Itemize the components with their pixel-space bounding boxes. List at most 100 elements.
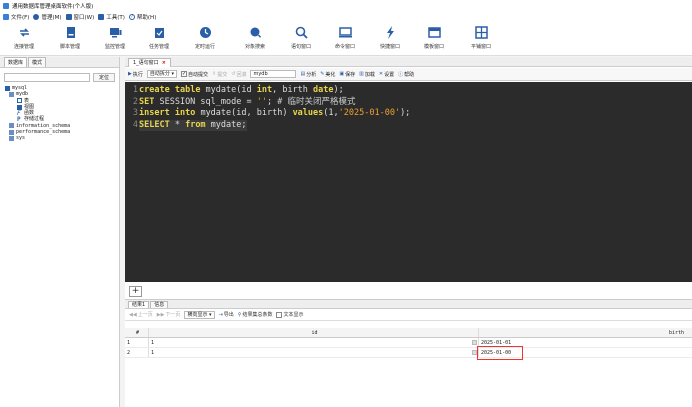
database-select[interactable]: mydb <box>250 70 297 78</box>
tab-query-1[interactable]: 1_语句窗口 × <box>128 58 171 67</box>
cell-id[interactable]: 1 <box>149 338 479 347</box>
help-icon: ⓘ <box>398 71 404 78</box>
commit-button[interactable]: ⇪ 提交 <box>212 71 227 78</box>
exec-mode-select[interactable]: 自动拆分 ▾ <box>146 70 177 78</box>
prev-page-button[interactable]: ◀◀ 上一页 <box>129 311 153 319</box>
save-button[interactable]: ▣ 保存 <box>339 71 355 78</box>
display-mode-select[interactable]: 横向显示 ▾ <box>184 310 215 319</box>
cell-id[interactable]: 1 <box>149 348 479 357</box>
result-count-button[interactable]: ⚲ 结果集总条数 <box>237 311 273 319</box>
tab-database[interactable]: 数据库 <box>4 57 28 67</box>
column-header-index[interactable]: # <box>125 328 149 337</box>
monitor-icon <box>109 26 122 39</box>
prev-icon: ◀◀ <box>129 311 137 318</box>
window-title: 通用数据库管理桌面软件(个人版) <box>12 3 94 10</box>
help-button[interactable]: ⓘ 帮助 <box>398 71 414 78</box>
line-numbers: 1 2 3 4 <box>132 85 138 130</box>
script-icon <box>64 26 77 39</box>
column-header-birth[interactable]: birth <box>479 328 692 337</box>
tab-schema[interactable]: 模式 <box>28 57 47 67</box>
menu-tools[interactable]: 工具(T) <box>98 13 125 21</box>
editor-toolbar: ▶ 执行 自动拆分 ▾ ✓ 自动提交 ⇪ 提交 ↺ 回滚 mydb ▤ 分析 ✎ 美化 ▣ 保… <box>125 68 692 81</box>
sql-editor[interactable]: 1 2 3 4 create table mydate(id int, birt… <box>125 82 692 282</box>
menu-file[interactable]: 文件(F) <box>3 13 29 21</box>
terminal-icon <box>338 26 352 39</box>
locate-button[interactable]: 定位 <box>93 73 115 82</box>
code-line-1: create table mydate(id int, birth date); <box>139 85 344 95</box>
left-panel-tabs: 数据库 模式 <box>0 57 119 68</box>
gear-icon <box>33 13 40 20</box>
tile-window-button[interactable]: 平铺窗口 <box>461 24 501 54</box>
view-icon <box>17 104 22 110</box>
procedure-icon: P <box>17 116 21 124</box>
command-window-button[interactable]: 命令窗口 <box>325 24 365 54</box>
scheduled-run-button[interactable]: 定时运行 <box>185 24 225 54</box>
beautify-button[interactable]: ✎ 美化 <box>320 71 335 78</box>
row-index: 1 <box>125 338 149 347</box>
export-button[interactable]: ⇥ 导出 <box>219 311 234 319</box>
menu-window[interactable]: 窗口(W) <box>65 13 94 21</box>
row-index: 2 <box>125 348 149 357</box>
tree-node-sys[interactable]: sys <box>5 135 70 141</box>
tab-info[interactable]: 信息 <box>150 301 169 308</box>
highlight-box <box>477 346 523 360</box>
commit-icon: ⇪ <box>212 71 217 77</box>
script-manage-button[interactable]: 脚本管理 <box>50 24 90 54</box>
code-line-4: SELECT * from mydate; <box>139 119 247 132</box>
database-icon <box>9 123 14 129</box>
checkbox-icon <box>276 311 283 318</box>
close-icon[interactable]: × <box>162 59 166 67</box>
column-header-id[interactable]: id <box>149 328 479 337</box>
query-tabs: 1_语句窗口 × <box>125 57 692 67</box>
task-manage-button[interactable]: 任务管理 <box>139 24 179 54</box>
analyze-button[interactable]: ▤ 分析 <box>300 71 316 78</box>
code-line-3: insert into mydate(id, birth) values(1,'… <box>139 108 411 119</box>
magic-wand-icon: ✎ <box>320 71 325 77</box>
search-icon: ⚲ <box>237 311 242 318</box>
results-panel: 结果1 信息 ◀◀ 上一页 ▶▶ 下一页 横向显示 ▾ ⇥ 导出 ⚲ 结果集总条数 文本… <box>125 299 692 407</box>
main-area: 1_语句窗口 × ▶ 执行 自动拆分 ▾ ✓ 自动提交 ⇪ 提交 ↺ 回滚 mydb ▤ 分… <box>125 57 692 407</box>
file-icon <box>3 13 9 20</box>
monitor-manage-button[interactable]: 监控管理 <box>95 24 135 54</box>
sync-icon <box>18 26 31 39</box>
title-bar: 通用数据库管理桌面软件(个人版) <box>0 0 692 11</box>
connection-manage-button[interactable]: 连接管理 <box>4 24 44 54</box>
load-button[interactable]: ▥ 加载 <box>359 71 375 78</box>
template-icon <box>427 26 441 39</box>
tile-icon <box>474 26 488 39</box>
settings-button[interactable]: ✕ 设置 <box>379 71 394 78</box>
checkbox-checked-icon: ✓ <box>181 71 187 77</box>
table-row[interactable]: 1 1 2025-01-01 <box>125 338 692 348</box>
database-icon <box>5 85 10 91</box>
object-search-icon <box>249 26 262 39</box>
database-icon <box>9 91 14 97</box>
template-window-button[interactable]: 模板窗口 <box>414 24 454 54</box>
object-search-button[interactable]: 对象搜索 <box>235 24 275 54</box>
play-icon: ▶ <box>128 71 132 77</box>
tab-result-1[interactable]: 结果1 <box>128 301 150 308</box>
result-tabs: 结果1 信息 <box>125 300 692 309</box>
menu-help[interactable]: ? 帮助(H) <box>128 13 156 21</box>
text-display-checkbox[interactable]: 文本显示 <box>276 311 303 318</box>
window-icon <box>65 13 72 20</box>
table-icon <box>17 98 22 104</box>
rollback-button[interactable]: ↺ 回滚 <box>231 71 246 78</box>
execute-button[interactable]: ▶ 执行 <box>128 71 143 78</box>
statement-window-button[interactable]: 语句窗口 <box>281 24 321 54</box>
search-icon <box>295 26 308 39</box>
autocommit-checkbox[interactable]: ✓ 自动提交 <box>181 71 208 78</box>
cell-birth[interactable]: 2025-01-00 <box>477 346 692 360</box>
cell-edit-icon[interactable] <box>472 340 477 345</box>
code-line-2: SET SESSION sql_mode = ''; # 临时关闭严格模式 <box>139 96 356 107</box>
quick-window-button[interactable]: 快捷窗口 <box>370 24 410 54</box>
object-search-input[interactable] <box>4 73 90 82</box>
tools-icon <box>98 13 105 20</box>
function-icon: F <box>17 109 21 117</box>
add-query-button[interactable]: + <box>129 286 142 297</box>
table-row[interactable]: 2 1 2025-01-00 <box>125 346 692 360</box>
next-page-button[interactable]: ▶▶ 下一页 <box>157 311 181 319</box>
sql-code[interactable]: create table mydate(id int, birth date);… <box>139 85 411 132</box>
menu-manage[interactable]: 管理(M) <box>33 13 62 21</box>
app-logo-icon <box>3 2 9 9</box>
load-icon: ▥ <box>359 71 364 77</box>
